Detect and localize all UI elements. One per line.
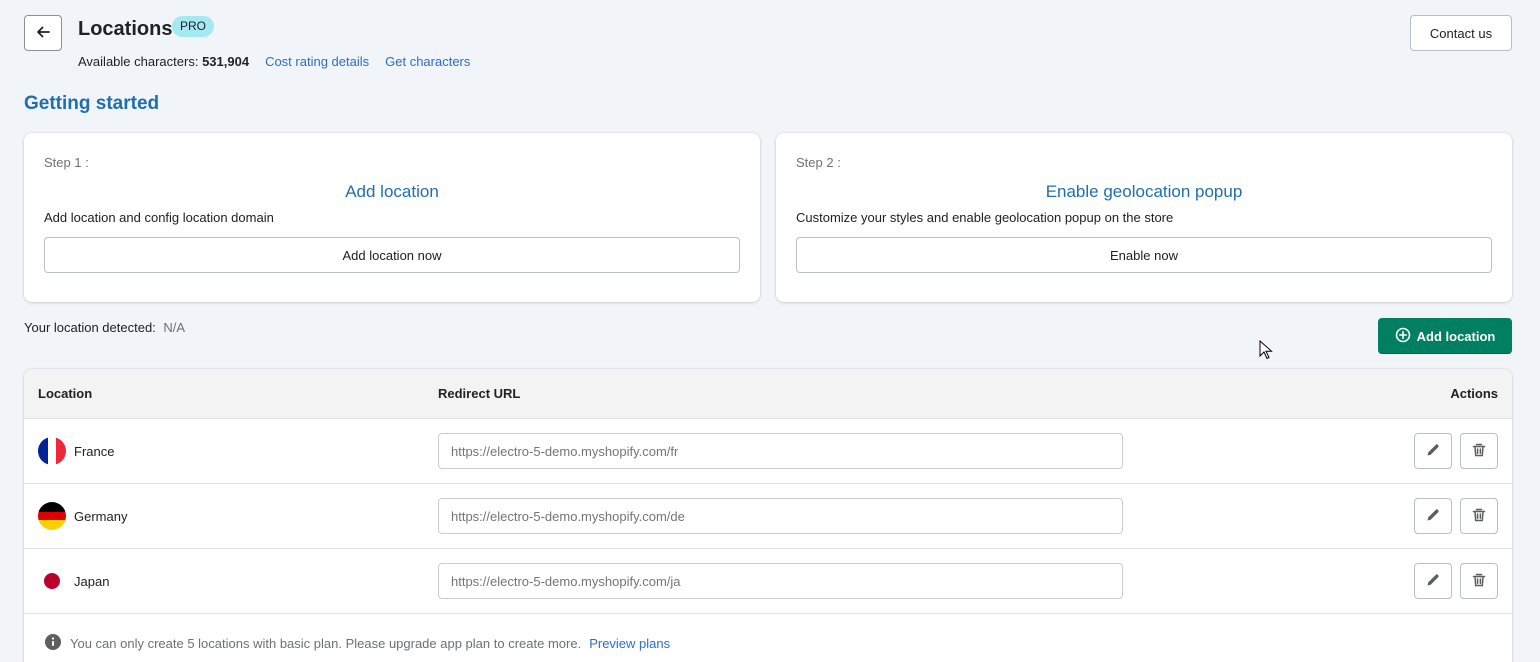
country-name: Japan — [74, 574, 110, 589]
available-characters: Available characters: 531,904 — [78, 54, 249, 69]
redirect-url-input[interactable] — [438, 498, 1123, 534]
france-flag-icon — [38, 437, 66, 465]
step-description: Customize your styles and enable geoloca… — [796, 210, 1174, 225]
redirect-url-input[interactable] — [438, 433, 1123, 469]
meta-row: Available characters: 531,904 Cost ratin… — [78, 54, 470, 69]
location-detected-value: N/A — [163, 320, 186, 335]
step-label: Step 2 : — [796, 155, 841, 170]
delete-button[interactable] — [1460, 433, 1498, 469]
edit-button[interactable] — [1414, 433, 1452, 469]
edit-button[interactable] — [1414, 563, 1452, 599]
column-actions: Actions — [1450, 386, 1498, 401]
mouse-cursor-icon — [1259, 339, 1273, 363]
add-location-label: Add location — [1416, 328, 1496, 344]
arrow-left-icon — [35, 24, 51, 43]
plan-notice: You can only create 5 locations with bas… — [44, 633, 670, 654]
country-name: Germany — [74, 509, 128, 524]
get-characters-link[interactable]: Get characters — [385, 54, 470, 69]
plus-circle-icon — [1395, 327, 1411, 346]
location-detected-label: Your location detected: — [24, 320, 156, 335]
table-row: Japan — [24, 549, 1512, 614]
pro-badge: PRO — [172, 16, 215, 37]
step-title: Enable geolocation popup — [1045, 182, 1243, 201]
available-characters-label: Available characters: — [78, 54, 199, 69]
locations-table: Location Redirect URL Actions France Ger… — [24, 369, 1512, 662]
column-redirect-url: Redirect URL — [438, 386, 521, 401]
add-location-now-button[interactable]: Add location now — [44, 237, 740, 273]
location-detected: Your location detected: N/A — [24, 320, 185, 335]
plan-notice-text: You can only create 5 locations with bas… — [70, 636, 582, 651]
step-2-card: Step 2 : Enable geolocation popup Custom… — [776, 133, 1512, 302]
trash-icon — [1471, 507, 1487, 526]
enable-now-button[interactable]: Enable now — [796, 237, 1492, 273]
table-header: Location Redirect URL Actions — [24, 369, 1512, 419]
step-title: Add location — [345, 182, 439, 201]
page-title: Locations — [78, 18, 173, 40]
edit-button[interactable] — [1414, 498, 1452, 534]
column-location: Location — [38, 386, 93, 401]
pencil-icon — [1425, 507, 1441, 526]
germany-flag-icon — [38, 502, 66, 530]
delete-button[interactable] — [1460, 498, 1498, 534]
preview-plans-link[interactable]: Preview plans — [589, 636, 670, 651]
step-label: Step 1 : — [44, 155, 89, 170]
country-name: France — [74, 444, 115, 459]
contact-us-button[interactable]: Contact us — [1410, 15, 1512, 51]
getting-started-title: Getting started — [24, 93, 160, 114]
trash-icon — [1471, 442, 1487, 461]
delete-button[interactable] — [1460, 563, 1498, 599]
pencil-icon — [1425, 572, 1441, 591]
table-row: Germany — [24, 484, 1512, 549]
back-button[interactable] — [24, 15, 62, 51]
step-1-card: Step 1 : Add location Add location and c… — [24, 133, 760, 302]
cost-rating-link[interactable]: Cost rating details — [265, 54, 369, 69]
japan-flag-icon — [38, 567, 66, 595]
trash-icon — [1471, 572, 1487, 591]
pencil-icon — [1425, 442, 1441, 461]
table-row: France — [24, 419, 1512, 484]
step-description: Add location and config location domain — [44, 210, 274, 225]
redirect-url-input[interactable] — [438, 563, 1123, 599]
info-icon — [44, 633, 62, 654]
add-location-button[interactable]: Add location — [1378, 318, 1512, 354]
available-characters-value: 531,904 — [202, 54, 250, 69]
